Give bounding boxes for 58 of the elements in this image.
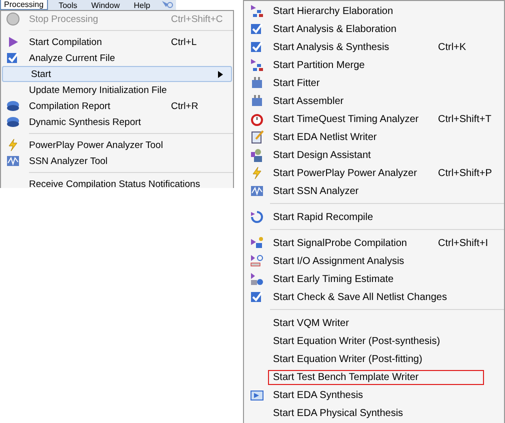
menu-item[interactable]: Start Partition Merge xyxy=(244,56,504,74)
menu-item[interactable]: Start Analysis & Synthesis Ctrl+K xyxy=(244,38,504,56)
menu-item[interactable]: Start Fitter xyxy=(244,74,504,92)
checkmark-icon xyxy=(250,22,264,36)
chip-icon xyxy=(250,94,264,108)
menu-item[interactable]: Start I/O Assignment Analysis xyxy=(244,252,504,270)
window-icon xyxy=(250,388,264,402)
menu-item[interactable]: Start EDA Physical Synthesis xyxy=(244,404,504,422)
timing-icon xyxy=(250,272,264,286)
menu-item[interactable]: Start PowerPlay Power Analyzer Ctrl+Shift+P xyxy=(244,164,504,182)
menu-item[interactable]: Start Analysis & Elaboration xyxy=(244,20,504,38)
menu-item[interactable]: Dynamic Synthesis Report xyxy=(1,114,233,130)
chip-icon xyxy=(250,76,264,90)
menu-item[interactable]: Start Rapid Recompile xyxy=(244,208,504,226)
hierarchy-icon xyxy=(250,4,264,18)
menu-item[interactable]: Start EDA Synthesis xyxy=(244,386,504,404)
checkmark-icon xyxy=(250,290,264,304)
menu-bar-item[interactable]: Processing xyxy=(0,0,48,10)
menu-item[interactable]: Start Assembler xyxy=(244,92,504,110)
hierarchy-icon xyxy=(250,58,264,72)
menu-item[interactable]: Start Equation Writer (Post-fitting) xyxy=(244,350,504,368)
menu-bar-item[interactable]: Tools xyxy=(56,0,80,10)
waveform-icon xyxy=(6,154,20,168)
person-icon xyxy=(250,148,264,162)
disk-icon xyxy=(6,99,20,113)
menu-item[interactable]: Start Equation Writer (Post-synthesis) xyxy=(244,332,504,350)
waveform-icon xyxy=(250,184,264,198)
lightning-icon xyxy=(6,138,20,152)
stopwatch-icon xyxy=(250,112,264,126)
menu-item[interactable]: Compilation Report Ctrl+R xyxy=(1,98,233,114)
menu-item[interactable]: Analyze Current File xyxy=(1,50,233,66)
menu-item[interactable]: Start Hierarchy Elaboration xyxy=(244,2,504,20)
disk-icon xyxy=(6,115,20,129)
circular-arrows-icon xyxy=(250,210,264,224)
notepad-icon xyxy=(250,130,264,144)
lightning-icon xyxy=(250,166,264,180)
submenu-arrow-icon xyxy=(218,71,223,78)
menu-item[interactable]: PowerPlay Power Analyzer Tool xyxy=(1,137,233,153)
menu-item[interactable]: Start EDA Netlist Writer xyxy=(244,128,504,146)
menu-item[interactable]: Start Compilation Ctrl+L xyxy=(1,34,233,50)
play-icon xyxy=(6,35,20,49)
menu-item[interactable]: Start Design Assistant xyxy=(244,146,504,164)
checkmark-icon xyxy=(6,51,20,65)
menu-item[interactable]: Start SSN Analyzer xyxy=(244,182,504,200)
menu-item[interactable]: Update Memory Initialization File xyxy=(1,82,233,98)
io-icon xyxy=(250,254,264,268)
menu-item[interactable]: Start TimeQuest Timing Analyzer Ctrl+Shift+T xyxy=(244,110,504,128)
menu-item[interactable]: SSN Analyzer Tool xyxy=(1,153,233,169)
menu-item[interactable]: Start Early Timing Estimate xyxy=(244,270,504,288)
probe-icon xyxy=(250,236,264,250)
help-cursor-icon[interactable] xyxy=(161,0,174,10)
menu-item[interactable]: Start Check & Save All Netlist Changes xyxy=(244,288,504,306)
menu-bar-item[interactable]: Help xyxy=(130,0,154,10)
checkmark-icon xyxy=(250,40,264,54)
menu-bar-item[interactable]: Window xyxy=(88,0,123,10)
menu-item[interactable]: Start xyxy=(2,66,232,82)
menu-item[interactable]: Start SignalProbe Compilation Ctrl+Shift+I xyxy=(244,234,504,252)
menu-item[interactable]: Start VQM Writer xyxy=(244,314,504,332)
